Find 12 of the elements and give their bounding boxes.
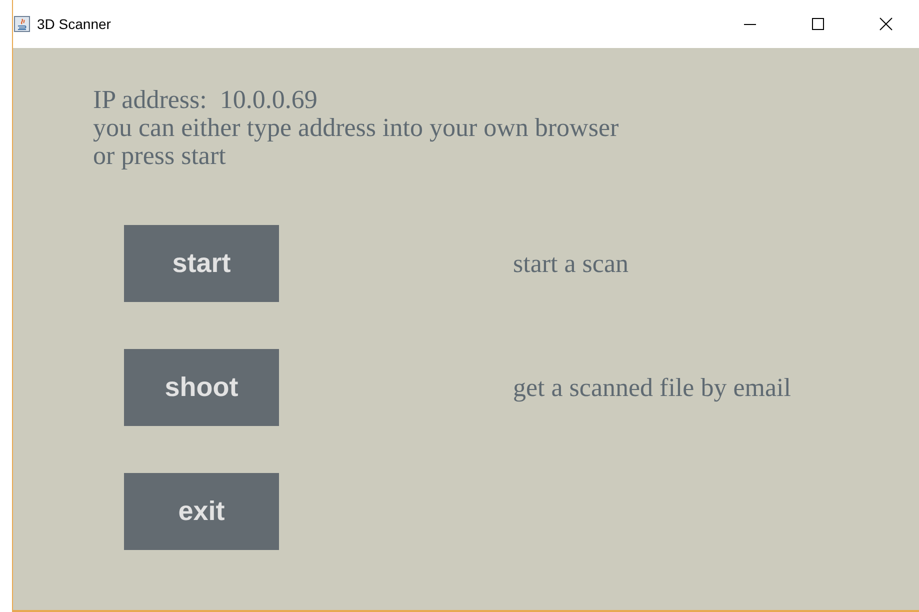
action-button[interactable]: exit bbox=[124, 473, 279, 550]
info-text: or press start bbox=[93, 143, 227, 169]
window-title: 3D Scanner bbox=[37, 16, 112, 32]
action-button[interactable]: start bbox=[124, 225, 279, 302]
action-description: start a scan bbox=[513, 248, 630, 278]
maximize-icon[interactable] bbox=[810, 16, 826, 32]
info-text: IP address: 10.0.0.69 bbox=[93, 87, 318, 113]
action-button[interactable]: shoot bbox=[124, 349, 279, 426]
info-text: you can either type address into your own browser bbox=[93, 115, 620, 141]
close-icon[interactable] bbox=[878, 16, 894, 32]
action-description: get a scanned file by email bbox=[513, 372, 792, 402]
app-icon bbox=[14, 16, 30, 32]
